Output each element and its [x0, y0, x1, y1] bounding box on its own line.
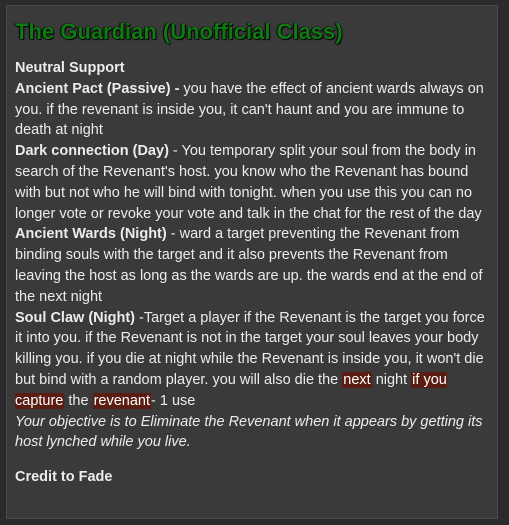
ability-dark-connection: Dark connection (Day) - You temporary sp…	[15, 141, 489, 224]
highlighted-text: revenant	[92, 392, 152, 409]
highlighted-text: next	[342, 371, 372, 388]
alignment-label: Neutral Support	[15, 60, 125, 76]
ability-name: Soul Claw (Night)	[15, 309, 136, 326]
ability-soul-claw: Soul Claw (Night) -Target a player if th…	[15, 308, 489, 412]
ability-ancient-wards: Ancient Wards (Night) - ward a target pr…	[15, 224, 489, 307]
ability-text: - 1 use	[151, 392, 196, 409]
ability-name: Ancient Wards (Night)	[15, 226, 167, 243]
objective-text: Your objective is to Eliminate the Reven…	[15, 413, 483, 451]
class-description-card: The Guardian (Unofficial Class) Neutral …	[6, 5, 498, 519]
ability-name: Dark connection (Day)	[15, 143, 169, 160]
credit-text: Credit to Fade	[15, 469, 113, 486]
ability-text: night	[371, 371, 412, 388]
ability-text: the	[64, 392, 93, 409]
ability-ancient-pact: Ancient Pact (Passive) - you have the ef…	[15, 79, 489, 141]
ability-name: Ancient Pact (Passive) -	[15, 80, 180, 97]
class-title: The Guardian (Unofficial Class)	[15, 19, 343, 44]
